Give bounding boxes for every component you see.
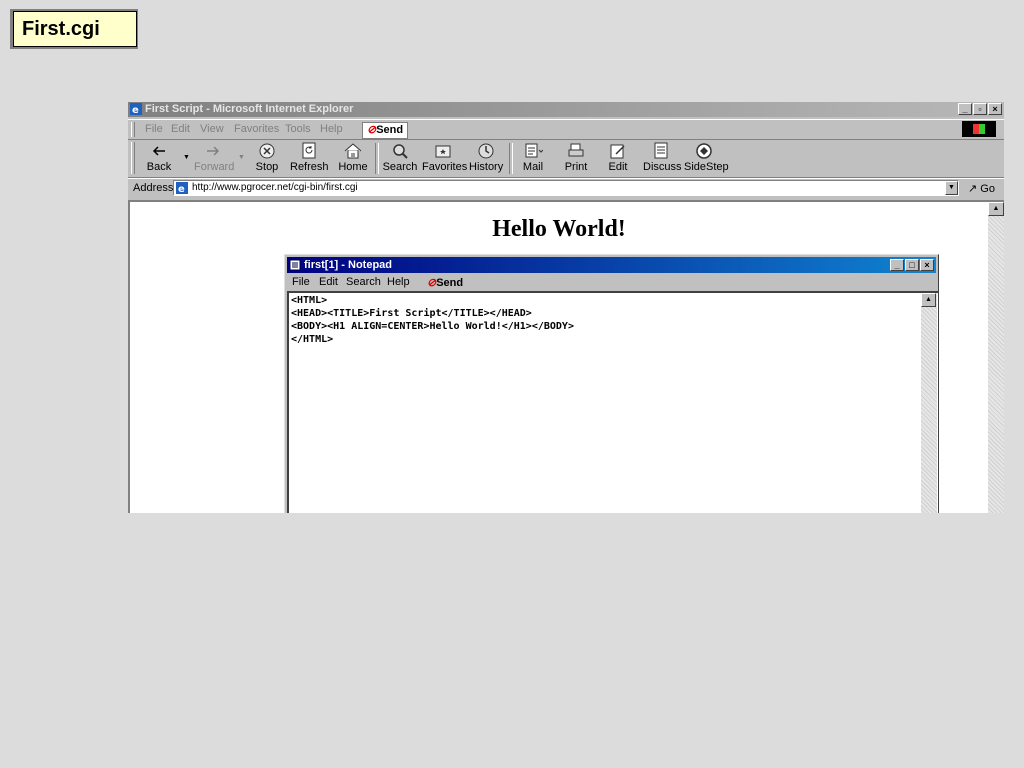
notepad-menubar: File Edit Search Help ⊘Send bbox=[287, 274, 936, 291]
sidestep-icon bbox=[696, 143, 712, 159]
toolbar-separator bbox=[375, 143, 379, 174]
notepad-menu-search[interactable]: Search bbox=[346, 276, 381, 288]
favorites-folder-icon bbox=[435, 145, 451, 158]
discuss-button[interactable]: Discuss bbox=[643, 142, 682, 173]
search-button[interactable]: Search bbox=[382, 142, 418, 173]
code-line: <BODY><H1 ALIGN=CENTER>Hello World!</H1>… bbox=[291, 321, 574, 332]
slide-title-shadow: First.cgi bbox=[10, 9, 138, 49]
go-arrow-icon: ↗ bbox=[968, 183, 978, 195]
print-button[interactable]: Print bbox=[563, 142, 589, 173]
sidestep-button[interactable]: SideStep bbox=[684, 142, 729, 173]
ie-logo-icon: e bbox=[130, 103, 142, 115]
windows-logo-icon bbox=[962, 121, 996, 137]
discuss-icon bbox=[654, 142, 668, 159]
toolbar-grip[interactable] bbox=[131, 142, 135, 174]
paperclip-icon: ⊘ bbox=[367, 124, 377, 136]
go-button[interactable]: ↗ Go bbox=[968, 182, 995, 195]
stop-button[interactable]: Stop bbox=[254, 142, 280, 173]
back-button[interactable]: Back bbox=[146, 142, 172, 173]
forward-dropdown-icon[interactable]: ▼ bbox=[238, 154, 245, 161]
browser-titlebar[interactable]: e First Script - Microsoft Internet Expl… bbox=[128, 102, 1004, 117]
send-button[interactable]: ⊘Send bbox=[362, 122, 409, 139]
notepad-titlebar[interactable]: first[1] - Notepad _ □ × bbox=[287, 257, 936, 273]
forward-button[interactable]: Forward bbox=[194, 142, 234, 173]
back-dropdown-icon[interactable]: ▼ bbox=[183, 154, 190, 161]
browser-title: First Script - Microsoft Internet Explor… bbox=[145, 103, 354, 115]
refresh-button[interactable]: Refresh bbox=[290, 142, 329, 173]
notepad-close-button[interactable]: × bbox=[920, 259, 934, 271]
code-line: <HEAD><TITLE>First Script</TITLE></HEAD> bbox=[291, 308, 532, 319]
restore-button[interactable]: ▫ bbox=[973, 103, 987, 115]
home-button[interactable]: Home bbox=[337, 142, 369, 173]
notepad-menu-edit[interactable]: Edit bbox=[319, 276, 338, 288]
notepad-scrollbar[interactable]: ▲ bbox=[921, 293, 937, 513]
close-button[interactable]: × bbox=[988, 103, 1002, 115]
page-icon: e bbox=[176, 182, 188, 194]
address-bar: Address e http://www.pgrocer.net/cgi-bin… bbox=[128, 178, 1004, 198]
menu-favorites[interactable]: Favorites bbox=[234, 123, 279, 135]
slide-title: First.cgi bbox=[13, 11, 137, 47]
address-input[interactable]: e http://www.pgrocer.net/cgi-bin/first.c… bbox=[173, 180, 959, 196]
menubar-grip[interactable] bbox=[131, 122, 135, 137]
menu-help[interactable]: Help bbox=[320, 123, 343, 135]
mail-button[interactable]: Mail bbox=[518, 142, 548, 173]
menu-tools[interactable]: Tools bbox=[285, 123, 311, 135]
code-line: <HTML> bbox=[291, 295, 328, 306]
notepad-window: first[1] - Notepad _ □ × File Edit Searc… bbox=[284, 254, 939, 513]
browser-scrollbar[interactable]: ▲ bbox=[988, 202, 1004, 513]
notepad-menu-file[interactable]: File bbox=[292, 276, 310, 288]
svg-text:e: e bbox=[178, 184, 185, 194]
toolbar-separator bbox=[509, 143, 513, 174]
refresh-icon bbox=[302, 142, 316, 159]
notepad-code: <HTML> <HEAD><TITLE>First Script</TITLE>… bbox=[291, 294, 574, 346]
history-button[interactable]: History bbox=[469, 142, 503, 173]
code-line: </HTML> bbox=[291, 334, 334, 345]
paperclip-icon: ⊘ bbox=[427, 277, 437, 289]
stop-icon bbox=[259, 143, 275, 159]
favorites-button[interactable]: Favorites bbox=[422, 142, 467, 173]
forward-arrow-icon bbox=[207, 146, 220, 156]
edit-button[interactable]: Edit bbox=[606, 142, 630, 173]
address-label: Address bbox=[133, 182, 174, 194]
notepad-minimize-button[interactable]: _ bbox=[890, 259, 904, 271]
minimize-button[interactable]: _ bbox=[958, 103, 972, 115]
menu-edit[interactable]: Edit bbox=[171, 123, 190, 135]
search-icon bbox=[393, 144, 408, 159]
browser-toolbar: Back ▼ Forward ▼ Stop Refresh Home Searc… bbox=[128, 140, 1004, 178]
svg-text:e: e bbox=[132, 105, 139, 115]
history-icon bbox=[478, 143, 494, 159]
browser-menubar: File Edit View Favorites Tools Help ⊘Sen… bbox=[128, 119, 1004, 140]
scroll-up-icon[interactable]: ▲ bbox=[988, 202, 1004, 216]
notepad-text-area[interactable]: <HTML> <HEAD><TITLE>First Script</TITLE>… bbox=[287, 291, 938, 513]
print-icon bbox=[568, 143, 584, 157]
address-url: http://www.pgrocer.net/cgi-bin/first.cgi bbox=[192, 182, 358, 193]
address-dropdown-icon[interactable]: ▼ bbox=[945, 181, 958, 195]
home-icon bbox=[344, 143, 362, 159]
page-heading: Hello World! bbox=[492, 216, 626, 242]
menu-view[interactable]: View bbox=[200, 123, 224, 135]
menu-file[interactable]: File bbox=[145, 123, 163, 135]
mail-icon bbox=[525, 143, 543, 158]
notepad-menu-help[interactable]: Help bbox=[387, 276, 410, 288]
notepad-title: first[1] - Notepad bbox=[304, 259, 392, 271]
scroll-up-icon[interactable]: ▲ bbox=[921, 293, 936, 307]
edit-icon bbox=[610, 144, 625, 159]
notepad-icon bbox=[289, 259, 301, 271]
back-arrow-icon bbox=[152, 146, 165, 156]
notepad-send-button[interactable]: ⊘Send bbox=[427, 276, 463, 289]
notepad-maximize-button[interactable]: □ bbox=[905, 259, 919, 271]
